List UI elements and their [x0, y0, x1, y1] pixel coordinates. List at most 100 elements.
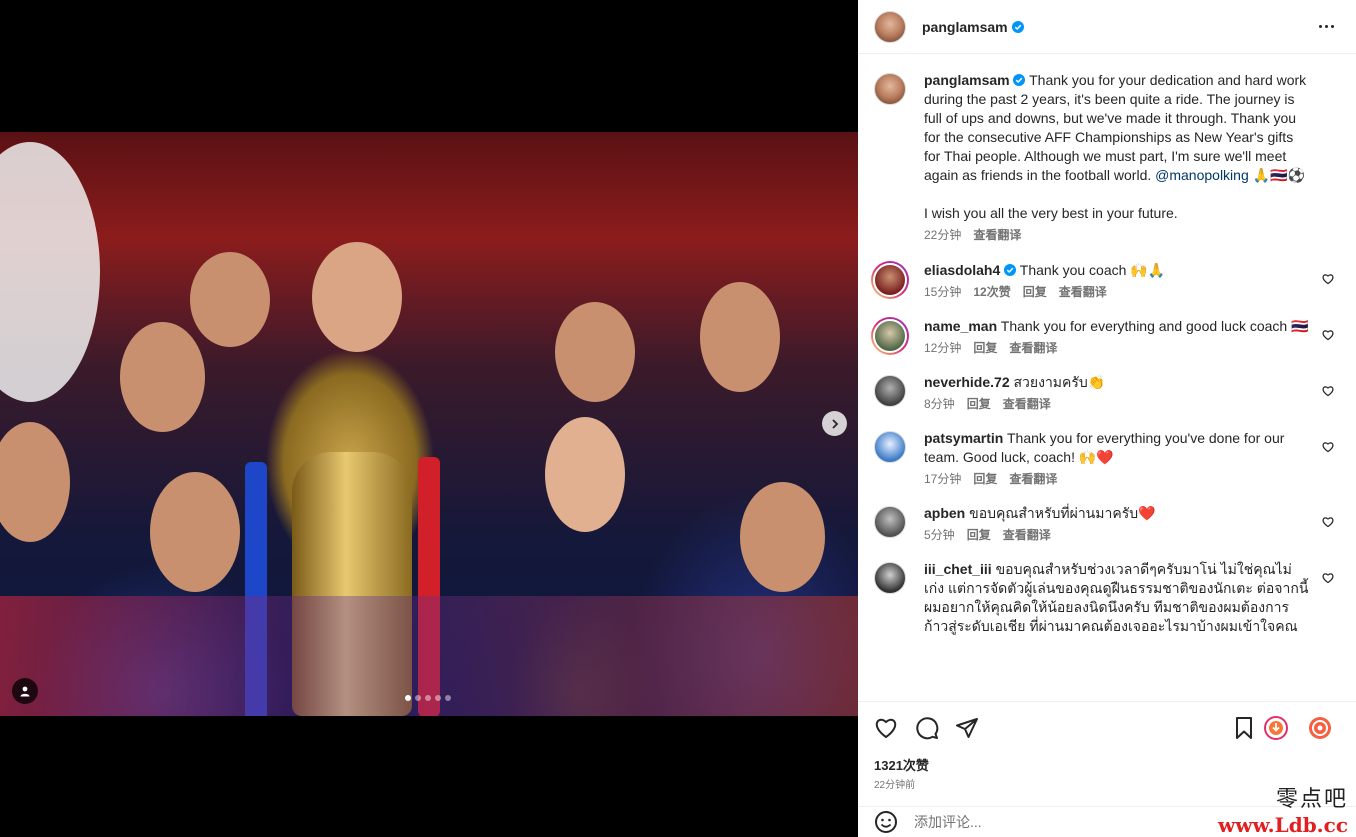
- more-icon[interactable]: [1314, 16, 1338, 36]
- username[interactable]: panglamsam: [922, 19, 1008, 35]
- translate-link[interactable]: 查看翻译: [1009, 471, 1057, 487]
- translate-link[interactable]: 查看翻译: [1009, 340, 1057, 356]
- comment-meta: 17分钟 回复 查看翻译: [924, 471, 1310, 487]
- reply-button[interactable]: 回复: [973, 340, 997, 356]
- carousel-dot: [445, 695, 451, 701]
- person-head: [740, 482, 825, 592]
- comment-text: สวยงามครับ👏: [1013, 374, 1106, 390]
- timestamp: 12分钟: [924, 341, 962, 355]
- caption-emoji: 🙏🇹🇭⚽: [1252, 167, 1305, 183]
- avatar[interactable]: [873, 263, 907, 297]
- translate-link[interactable]: 查看翻译: [1003, 396, 1051, 412]
- avatar[interactable]: [874, 73, 906, 105]
- comment-item: apben ขอบคุณสำหรับที่ผ่านมาครับ❤️ 5分钟 回复…: [874, 504, 1340, 543]
- comment-username[interactable]: name_man: [924, 318, 997, 334]
- download-extension-icon[interactable]: [1264, 716, 1288, 740]
- tagged-users-button[interactable]: [12, 678, 38, 704]
- chevron-right-icon: [831, 418, 838, 429]
- comment-meta: 8分钟 回复 查看翻译: [924, 396, 1105, 412]
- post-time: 22分钟前: [874, 780, 916, 791]
- comment-username[interactable]: apben: [924, 505, 965, 521]
- avatar[interactable]: [874, 10, 906, 43]
- person-head: [545, 417, 625, 532]
- avatar[interactable]: [874, 506, 906, 538]
- post-actions: [858, 701, 1356, 749]
- timestamp: 22分钟: [924, 228, 962, 242]
- person-head: [190, 252, 270, 347]
- carousel-dot: [415, 695, 421, 701]
- post-caption: panglamsam Thank you for your dedication…: [874, 71, 1340, 243]
- person-head: [120, 322, 205, 432]
- watermark-cn: 零点吧: [1275, 787, 1348, 812]
- verified-badge-icon: [1011, 20, 1024, 33]
- likes-count[interactable]: 1321次赞: [874, 755, 929, 774]
- translate-link[interactable]: 查看翻译: [973, 227, 1021, 243]
- post-panel: panglamsam panglamsam Thank you for your…: [858, 0, 1356, 837]
- avatar[interactable]: [874, 375, 906, 407]
- avatar[interactable]: [874, 431, 906, 463]
- send-icon[interactable]: [955, 716, 979, 740]
- comment-item: eliasdolah4 Thank you coach 🙌🙏 15分钟 12次赞…: [871, 261, 1340, 300]
- comment-meta: 15分钟 12次赞 回复 查看翻译: [924, 284, 1165, 300]
- translate-link[interactable]: 查看翻译: [1003, 527, 1051, 543]
- carousel-dot: [435, 695, 441, 701]
- comment-item: patsymartin Thank you for everything you…: [874, 429, 1340, 487]
- post-photo[interactable]: [0, 132, 858, 716]
- translate-link[interactable]: 查看翻译: [1059, 284, 1107, 300]
- timestamp: 8分钟: [924, 397, 955, 411]
- carousel-next-button[interactable]: [822, 411, 847, 436]
- comment-text: ขอบคุณสำหรับที่ผ่านมาครับ❤️: [969, 505, 1156, 521]
- post-media: [0, 0, 858, 837]
- comment-like-heart-icon[interactable]: [1322, 441, 1334, 453]
- comment-item: name_man Thank you for everything and go…: [871, 317, 1340, 356]
- timestamp: 5分钟: [924, 528, 955, 542]
- comment-like-heart-icon[interactable]: [1322, 329, 1334, 341]
- bookmark-icon[interactable]: [1232, 716, 1256, 740]
- comment-meta: 5分钟 回复 查看翻译: [924, 527, 1156, 543]
- person-head: [312, 242, 402, 352]
- comment-like-heart-icon[interactable]: [1322, 273, 1334, 285]
- mention-link[interactable]: @manopolking: [1155, 167, 1249, 183]
- carousel-dot: [425, 695, 431, 701]
- comment-username[interactable]: neverhide.72: [924, 374, 1010, 390]
- avatar[interactable]: [874, 562, 906, 594]
- story-ring[interactable]: [871, 317, 909, 355]
- verified-badge-icon: [1004, 264, 1017, 276]
- comment-item: iii_chet_iii ขอบคุณสำหรับช่วงเวลาดีๆครับ…: [874, 560, 1340, 636]
- comments-list[interactable]: panglamsam Thank you for your dedication…: [858, 55, 1356, 700]
- comment-body: iii_chet_iii ขอบคุณสำหรับช่วงเวลาดีๆครับ…: [924, 560, 1310, 636]
- reply-button[interactable]: 回复: [973, 471, 997, 487]
- caption-username[interactable]: panglamsam: [924, 72, 1010, 88]
- comment-text: Thank you for everything and good luck c…: [1000, 318, 1309, 334]
- comment-like-heart-icon[interactable]: [1322, 385, 1334, 397]
- comment-username[interactable]: eliasdolah4: [924, 262, 1000, 278]
- person-head: [555, 302, 635, 402]
- story-ring[interactable]: [871, 261, 909, 299]
- emoji-icon[interactable]: [874, 810, 898, 834]
- comment-meta: 12分钟 回复 查看翻译: [924, 340, 1309, 356]
- comment-icon[interactable]: [915, 716, 939, 740]
- reply-button[interactable]: 回复: [1023, 284, 1047, 300]
- comment-like-heart-icon[interactable]: [1322, 572, 1334, 584]
- comment-body: apben ขอบคุณสำหรับที่ผ่านมาครับ❤️ 5分钟 回复…: [924, 504, 1156, 543]
- reply-button[interactable]: 回复: [967, 527, 991, 543]
- comment-item: neverhide.72 สวยงามครับ👏 8分钟 回复 查看翻译: [874, 373, 1340, 412]
- comment-like-heart-icon[interactable]: [1322, 516, 1334, 528]
- comment-body: patsymartin Thank you for everything you…: [924, 429, 1310, 487]
- carousel-dot: [405, 695, 411, 701]
- comment-body: neverhide.72 สวยงามครับ👏 8分钟 回复 查看翻译: [924, 373, 1105, 412]
- comment-username[interactable]: patsymartin: [924, 430, 1003, 446]
- caption-body: panglamsam Thank you for your dedication…: [924, 71, 1310, 243]
- person-head: [150, 472, 240, 592]
- carousel-dots: [405, 695, 451, 701]
- comment-body: eliasdolah4 Thank you coach 🙌🙏 15分钟 12次赞…: [924, 261, 1165, 300]
- heart-icon[interactable]: [874, 716, 898, 740]
- comment-likes[interactable]: 12次赞: [973, 284, 1010, 300]
- header-username[interactable]: panglamsam: [922, 19, 1024, 35]
- verified-badge-icon: [1013, 74, 1026, 86]
- comment-username[interactable]: iii_chet_iii: [924, 561, 992, 577]
- watermark-url: www.Ldb.cc: [1218, 813, 1348, 837]
- avatar[interactable]: [873, 319, 907, 353]
- share-extension-icon[interactable]: [1308, 716, 1332, 740]
- reply-button[interactable]: 回复: [967, 396, 991, 412]
